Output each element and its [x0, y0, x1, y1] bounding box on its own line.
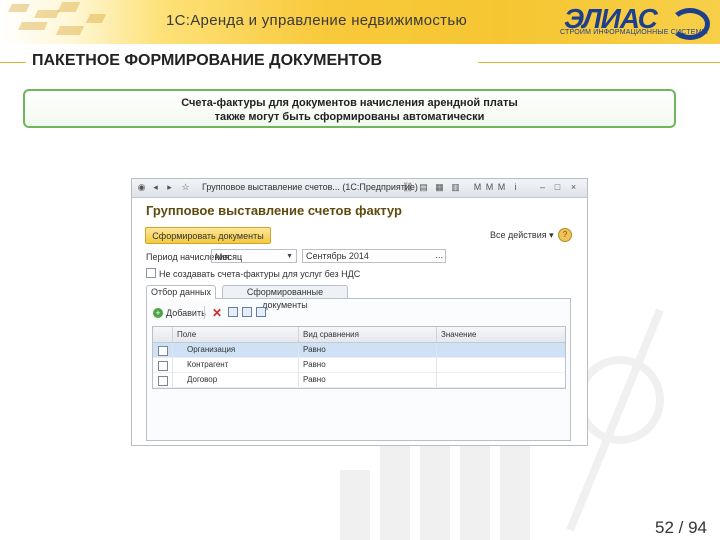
- add-button[interactable]: Добавить: [166, 308, 206, 318]
- memory-mplus-icon[interactable]: M: [484, 182, 495, 193]
- checkbox-icon[interactable]: [146, 268, 156, 278]
- decorative-stripes: [0, 0, 120, 44]
- close-icon[interactable]: ×: [568, 182, 579, 193]
- row-checkbox[interactable]: [158, 346, 168, 356]
- no-vat-checkbox-label: Не создавать счета-фактуры для услуг без…: [159, 269, 361, 279]
- calc-icon[interactable]: ▦: [434, 182, 445, 193]
- slide-title: ПАКЕТНОЕ ФОРМИРОВАНИЕ ДОКУМЕНТОВ: [32, 52, 383, 69]
- column-header-comparison[interactable]: Вид сравнения: [299, 327, 437, 342]
- note-line-2: также могут быть сформированы автоматиче…: [214, 111, 485, 123]
- no-vat-checkbox[interactable]: Не создавать счета-фактуры для услуг без…: [146, 268, 360, 279]
- app-menu-icon[interactable]: ◉: [136, 182, 147, 193]
- table-header: Поле Вид сравнения Значение: [153, 327, 565, 343]
- row-checkbox[interactable]: [158, 376, 168, 386]
- generate-documents-button[interactable]: Сформировать документы: [145, 227, 271, 244]
- note-line-1: Счета-фактуры для документов начисления …: [181, 97, 518, 109]
- note-box: Счета-фактуры для документов начисления …: [23, 89, 676, 128]
- group-icon[interactable]: [228, 307, 238, 317]
- all-actions-menu[interactable]: Все действия ▾: [490, 230, 554, 241]
- add-icon[interactable]: +: [153, 308, 163, 318]
- form-title: Групповое выставление счетов фактур: [146, 203, 402, 218]
- link-icon[interactable]: ⛓: [402, 182, 413, 193]
- brand-logo: ЭЛИАС СТРОИМ ИНФОРМАЦИОННЫЕ СИСТЕМЫ: [560, 3, 712, 40]
- tab-generated-documents[interactable]: Сформированные документы: [222, 285, 348, 310]
- title-rule-right: [478, 62, 720, 63]
- copy-icon[interactable]: [242, 307, 252, 317]
- table-row[interactable]: Контрагент Равно: [153, 358, 565, 373]
- chevron-down-icon: ▼: [286, 253, 293, 260]
- maximize-icon[interactable]: □: [552, 182, 563, 193]
- help-icon[interactable]: ?: [558, 228, 572, 242]
- column-header-field[interactable]: Поле: [173, 327, 299, 342]
- memory-m-icon[interactable]: M: [472, 182, 483, 193]
- delete-icon[interactable]: ✕: [212, 306, 222, 320]
- back-icon[interactable]: ◂: [150, 182, 161, 193]
- toolbar-divider: [204, 306, 205, 319]
- info-icon[interactable]: i: [510, 182, 521, 193]
- date-value: Сентябрь 2014: [306, 251, 369, 261]
- brand-tagline: СТРОИМ ИНФОРМАЦИОННЫЕ СИСТЕМЫ: [560, 29, 709, 36]
- memory-mminus-icon[interactable]: M: [496, 182, 507, 193]
- table-row[interactable]: Организация Равно: [153, 343, 565, 358]
- app-title: 1С:Аренда и управление недвижимостью: [166, 12, 468, 29]
- calendar-icon[interactable]: ▥: [450, 182, 461, 193]
- window-titlebar: ◉ ◂ ▸ ☆ Групповое выставление счетов... …: [132, 179, 587, 198]
- row-checkbox[interactable]: [158, 361, 168, 371]
- settings-icon[interactable]: [256, 307, 266, 317]
- title-rule-left: [0, 62, 26, 63]
- print-icon[interactable]: ▤: [418, 182, 429, 193]
- choose-button[interactable]: ...: [435, 249, 443, 262]
- table-row[interactable]: Договор Равно: [153, 373, 565, 388]
- window-title: Групповое выставление счетов... (1С:Пред…: [202, 182, 418, 192]
- column-header-value[interactable]: Значение: [437, 327, 565, 342]
- tab-filter[interactable]: Отбор данных: [146, 285, 216, 299]
- favorite-icon[interactable]: ☆: [180, 182, 191, 193]
- date-input[interactable]: Сентябрь 2014 ...: [302, 249, 446, 263]
- minimize-icon[interactable]: –: [537, 182, 548, 193]
- forward-icon[interactable]: ▸: [164, 182, 175, 193]
- page-number: 52 / 94: [655, 518, 707, 537]
- period-select[interactable]: Месяц ▼: [211, 249, 297, 263]
- app-window: ◉ ◂ ▸ ☆ Групповое выставление счетов... …: [131, 178, 588, 446]
- filter-table: Поле Вид сравнения Значение Организация …: [152, 326, 566, 389]
- period-value: Месяц: [215, 252, 243, 262]
